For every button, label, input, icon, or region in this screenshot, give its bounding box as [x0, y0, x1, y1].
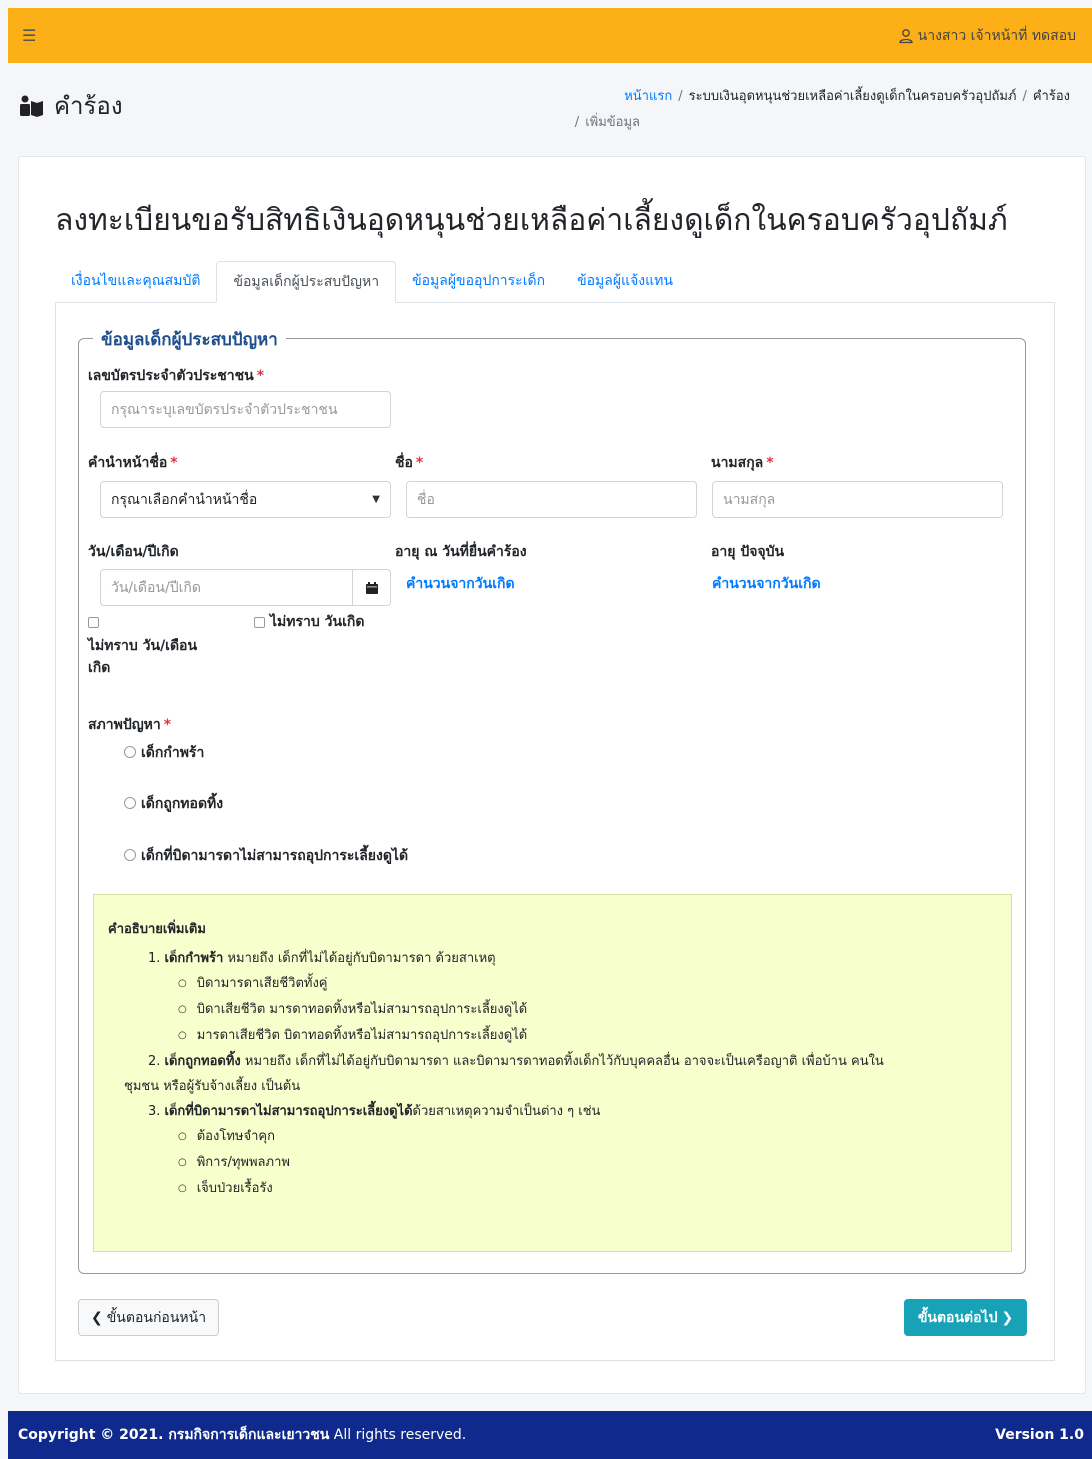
- tab-conditions[interactable]: เงื่อนไขและคุณสมบัติ: [55, 261, 216, 303]
- next-step-label: ขั้นตอนต่อไป: [917, 1309, 998, 1326]
- prefix-selected: กรุณาเลือกคำนำหน้าชื่อ: [111, 491, 258, 508]
- radio-parents-unable-label: เด็กที่บิดามารดาไม่สามารถอุปการะเลี้ยงดู…: [141, 848, 409, 864]
- breadcrumb-request[interactable]: คำร้อง: [1033, 89, 1070, 104]
- first-name-input[interactable]: [406, 481, 697, 518]
- hamburger-icon[interactable]: ☰: [22, 27, 36, 44]
- radio-orphan[interactable]: [124, 746, 136, 758]
- notes-title: คำอธิบายเพิ่มเติม: [108, 922, 206, 937]
- additional-notes: คำอธิบายเพิ่มเติม 1. เด็กกำพร้า หมายถึง …: [93, 894, 1012, 1252]
- form-tabs: เงื่อนไขและคุณสมบัติ ข้อมูลเด็กผู้ประสบป…: [55, 261, 1055, 303]
- unknown-day-month-checkbox[interactable]: [88, 617, 99, 628]
- first-name-label: ชื่อ *: [395, 455, 424, 471]
- age-at-request-value: คำนวนจากวันเกิด: [406, 576, 515, 592]
- radio-abandoned[interactable]: [124, 797, 136, 809]
- unknown-day-month-label: ไม่ทราบ วัน/เดือน เกิด: [88, 638, 198, 676]
- caret-down-icon: ▼: [372, 494, 380, 505]
- prev-step-label: ขั้นตอนก่อนหน้า: [106, 1309, 207, 1326]
- footer: Copyright © 2021. กรมกิจการเด็กและเยาวชน…: [8, 1411, 1092, 1459]
- unknown-birth-date-label: ไม่ทราบ วันเกิด: [270, 614, 365, 630]
- age-current-label: อายุ ปัจจุบัน: [711, 544, 785, 560]
- breadcrumb-current: เพิ่มข้อมูล: [585, 115, 640, 130]
- unknown-birth-date-checkbox[interactable]: [254, 617, 265, 628]
- user-menu[interactable]: นางสาว เจ้าหน้าที่ ทดสอบ: [898, 25, 1076, 47]
- calendar-button[interactable]: [353, 569, 391, 606]
- user-icon: [899, 28, 913, 43]
- id-card-label: เลขบัตรประจำตัวประชาชน *: [88, 368, 265, 384]
- note-item-2: 2. เด็กถูกทอดทิ้ง หมายถึง เด็กที่ไม่ได้อ…: [148, 1054, 884, 1069]
- form-title: ลงทะเบียนขอรับสิทธิเงินอุดหนุนช่วยเหลือค…: [55, 203, 1008, 238]
- note-sub-1-3: มารดาเสียชีวิต บิดาทอดทิ้งหรือไม่สามารถอ…: [178, 1023, 995, 1049]
- tab-child-info[interactable]: ข้อมูลเด็กผู้ประสบปัญหา: [216, 261, 397, 303]
- note-sub-3-2: พิการ/ทุพพลภาพ: [178, 1150, 995, 1176]
- radio-orphan-label: เด็กกำพร้า: [141, 745, 205, 761]
- breadcrumb-home[interactable]: หน้าแรก: [624, 89, 672, 104]
- age-current-value: คำนวนจากวันเกิด: [712, 576, 821, 592]
- chevron-right-icon: ❯: [1001, 1309, 1014, 1326]
- top-navbar: ☰ นางสาว เจ้าหน้าที่ ทดสอบ: [8, 8, 1092, 63]
- note-sub-1-1: บิดามารดาเสียชีวิตทั้งคู่: [178, 971, 995, 997]
- note-item-1: 1. เด็กกำพร้า หมายถึง เด็กที่ไม่ได้อยู่ก…: [148, 951, 496, 966]
- version-text: Version 1.0: [995, 1427, 1084, 1443]
- prefix-select[interactable]: กรุณาเลือกคำนำหน้าชื่อ ▼: [100, 481, 391, 518]
- calendar-icon: [365, 581, 378, 594]
- age-at-request-label: อายุ ณ วันที่ยื่นคำร้อง: [395, 544, 527, 560]
- breadcrumb: หน้าแรก / ระบบเงินอุดหนุนช่วยเหลือค่าเลี้ย…: [574, 89, 1070, 130]
- section-title: ข้อมูลเด็กผู้ประสบปัญหา: [93, 326, 286, 353]
- radio-abandoned-label: เด็กถูกทอดทิ้ง: [141, 796, 224, 812]
- problem-status-label: สภาพปัญหา *: [88, 717, 172, 733]
- breadcrumb-system[interactable]: ระบบเงินอุดหนุนช่วยเหลือค่าเลี้ยงดูเด็กใ…: [689, 89, 1017, 104]
- last-name-label: นามสกุล *: [711, 455, 774, 471]
- copyright-text: Copyright © 2021. กรมกิจการเด็กและเยาวชน…: [18, 1427, 467, 1443]
- tab-informant-info[interactable]: ข้อมูลผู้แจ้งแทน: [561, 261, 689, 303]
- radio-parents-unable[interactable]: [124, 849, 136, 861]
- note-item-3: 3. เด็กที่บิดามารดาไม่สามารถอุปการะเลี้ย…: [148, 1104, 601, 1119]
- note-sub-3-1: ต้องโทษจำคุก: [178, 1124, 995, 1150]
- birth-date-label: วัน/เดือน/ปีเกิด: [88, 544, 179, 560]
- prev-step-button[interactable]: ❮ ขั้นตอนก่อนหน้า: [78, 1299, 220, 1336]
- note-sub-3-3: เจ็บป่วยเรื้อรัง: [178, 1176, 995, 1202]
- id-card-input[interactable]: [100, 391, 391, 428]
- next-step-button[interactable]: ขั้นตอนต่อไป ❯: [904, 1299, 1027, 1336]
- tab-guardian-info[interactable]: ข้อมูลผู้ขออุปการะเด็ก: [396, 261, 561, 303]
- page-header: คำร้อง หน้าแรก / ระบบเงินอุดหนุนช่วยเหลือค…: [18, 78, 1078, 148]
- prefix-label: คำนำหน้าชื่อ *: [88, 455, 178, 471]
- chevron-left-icon: ❮: [91, 1309, 103, 1326]
- note-item-2-wrap: ชุมชน หรือผู้รับจ้างเลี้ยง เป็นต้น: [124, 1079, 301, 1094]
- note-sub-1-2: บิดาเสียชีวิต มารดาทอดทิ้งหรือไม่สามารถอ…: [178, 997, 995, 1023]
- birth-date-input[interactable]: [100, 569, 353, 606]
- user-name: นางสาว เจ้าหน้าที่ ทดสอบ: [917, 27, 1076, 44]
- page-title: คำร้อง: [54, 92, 123, 120]
- last-name-input[interactable]: [712, 481, 1003, 518]
- user-info-icon: [20, 95, 43, 117]
